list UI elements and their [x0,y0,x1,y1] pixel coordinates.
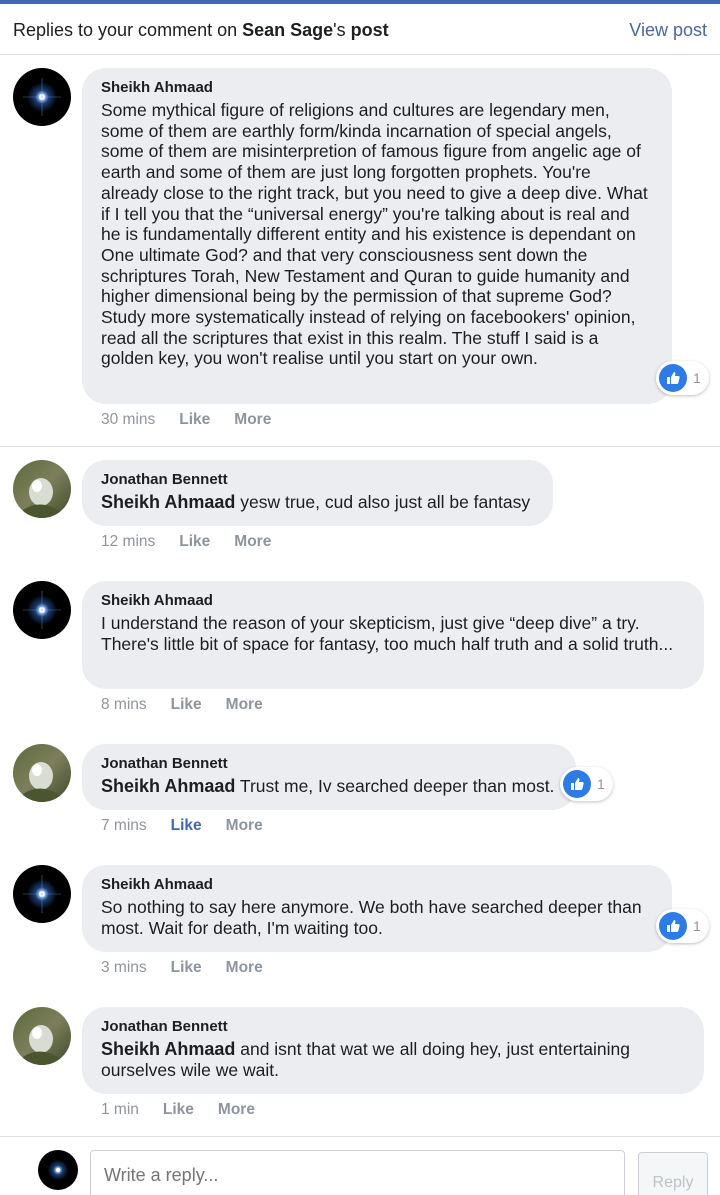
page-title: Replies to your comment on Sean Sage's p… [13,20,389,41]
like-button[interactable]: Like [179,411,210,428]
comment-text: I understand the reason of your skeptici… [101,613,685,654]
thumbs-up-icon [563,770,591,798]
avatar-jonathan-bennett[interactable] [13,460,71,518]
title-prefix: Replies to your comment on [13,20,243,40]
like-button[interactable]: Like [179,533,210,550]
comment-body: Some mythical figure of religions and cu… [101,100,648,369]
comment-author[interactable]: Sheikh Ahmaad [101,876,653,894]
avatar-image [13,460,71,518]
comment-author[interactable]: Sheikh Ahmaad [101,79,653,97]
comment-text: Sheikh Ahmaad Trust me, Iv searched deep… [101,776,557,797]
comment-body: I understand the reason of your skeptici… [101,613,674,654]
comment-text: So nothing to say here anymore. We both … [101,897,653,938]
avatar-sheikh-ahmaad[interactable] [13,68,71,126]
avatar-sheikh-ahmaad[interactable] [13,865,71,923]
comment-author[interactable]: Jonathan Bennett [101,471,534,489]
comment-time[interactable]: 7 mins [101,817,147,834]
like-button[interactable]: Like [163,1101,194,1118]
comment-bubble: Sheikh Ahmaad Some mythical figure of re… [82,68,672,404]
thumbs-up-icon [659,912,687,940]
comment-meta: 7 mins Like More [101,817,287,835]
reply-button[interactable]: Reply [638,1152,708,1195]
reaction-count[interactable]: 1 [560,767,613,801]
comment-meta: 8 mins Like More [101,696,287,714]
reaction-number: 1 [693,370,701,386]
more-button[interactable]: More [234,533,271,550]
more-button[interactable]: More [226,959,263,976]
comment-time[interactable]: 1 min [101,1101,139,1118]
comment-author[interactable]: Jonathan Bennett [101,1018,685,1036]
reply-input[interactable] [90,1150,625,1195]
avatar-jonathan-bennett[interactable] [13,1007,71,1065]
composer-avatar [38,1150,78,1190]
comment-text: Sheikh Ahmaad and isnt that wat we all d… [101,1039,685,1080]
comment-bubble: Jonathan Bennett Sheikh Ahmaad Trust me,… [82,744,576,810]
post-word: post [350,20,389,40]
thumbs-up-icon [659,364,687,392]
comment-time[interactable]: 3 mins [101,959,147,976]
reaction-count[interactable]: 1 [656,361,709,395]
avatar-image [13,865,71,923]
avatar-image [13,68,71,126]
comment-author[interactable]: Sheikh Ahmaad [101,592,685,610]
more-button[interactable]: More [218,1101,255,1118]
comment-meta: 3 mins Like More [101,959,287,977]
composer-divider [0,1136,720,1137]
comment-meta: 12 mins Like More [101,533,295,551]
comment-text: Some mythical figure of religions and cu… [101,100,653,369]
comment-meta: 1 min Like More [101,1101,279,1119]
reaction-number: 1 [597,776,605,792]
reaction-count[interactable]: 1 [656,909,709,943]
comment-author[interactable]: Jonathan Bennett [101,755,557,773]
avatar-image [38,1150,78,1190]
mention-link[interactable]: Sheikh Ahmaad [101,1039,235,1059]
comment-bubble: Sheikh Ahmaad I understand the reason of… [82,581,704,689]
view-post-link[interactable]: View post [629,20,707,41]
avatar-jonathan-bennett[interactable] [13,744,71,802]
comment-text: Sheikh Ahmaad yesw true, cud also just a… [101,492,534,513]
more-button[interactable]: More [226,817,263,834]
mention-link[interactable]: Sheikh Ahmaad [101,492,235,512]
post-author-name[interactable]: Sean Sage [242,20,333,40]
comment-body: So nothing to say here anymore. We both … [101,897,642,938]
more-button[interactable]: More [226,696,263,713]
comment-time[interactable]: 30 mins [101,411,155,428]
reaction-number: 1 [693,918,701,934]
comment-body: yesw true, cud also just all be fantasy [235,492,531,512]
comment-meta: 30 mins Like More [101,411,295,429]
like-button-active[interactable]: Like [171,817,202,834]
thread-divider [0,446,720,447]
comment-bubble: Jonathan Bennett Sheikh Ahmaad yesw true… [82,460,553,526]
avatar-sheikh-ahmaad[interactable] [13,581,71,639]
avatar-image [13,744,71,802]
more-button[interactable]: More [234,411,271,428]
comment-time[interactable]: 12 mins [101,533,155,550]
avatar-image [13,581,71,639]
page-header: Replies to your comment on Sean Sage's p… [0,4,720,55]
comment-bubble: Jonathan Bennett Sheikh Ahmaad and isnt … [82,1007,704,1094]
comment-body: Trust me, Iv searched deeper than most. [235,776,555,796]
like-button[interactable]: Like [171,696,202,713]
like-button[interactable]: Like [171,959,202,976]
avatar-image [13,1007,71,1065]
comment-time[interactable]: 8 mins [101,696,147,713]
title-suffix: 's [333,20,351,40]
comment-bubble: Sheikh Ahmaad So nothing to say here any… [82,865,672,952]
mention-link[interactable]: Sheikh Ahmaad [101,776,235,796]
